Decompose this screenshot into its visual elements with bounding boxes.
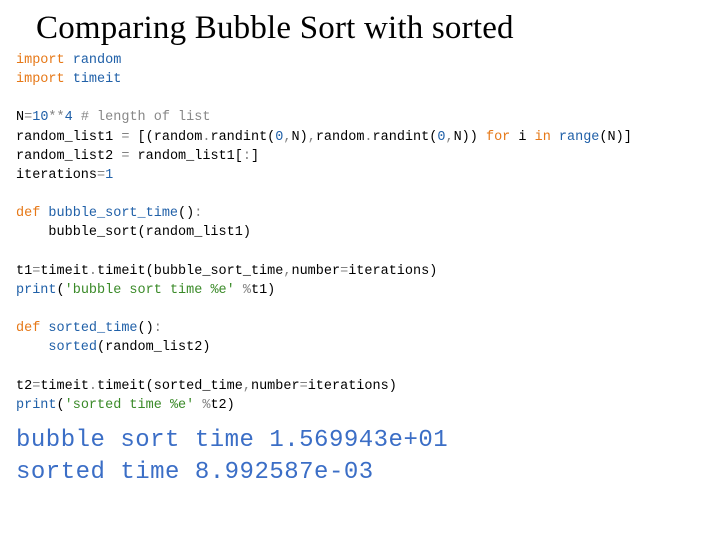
slide-title: Comparing Bubble Sort with sorted xyxy=(36,10,720,47)
code-block: import random import timeit N=10**4 # le… xyxy=(16,51,720,415)
code-text: randint( xyxy=(373,130,438,145)
operator: . xyxy=(89,264,97,279)
code-text: () xyxy=(138,321,154,336)
keyword: import xyxy=(16,53,65,68)
keyword: in xyxy=(535,130,551,145)
module-name: random xyxy=(73,53,122,68)
code-text: t2) xyxy=(210,398,234,413)
operator: . xyxy=(364,130,372,145)
operator: % xyxy=(194,398,210,413)
operator: : xyxy=(194,206,202,221)
number: 4 xyxy=(65,110,73,125)
code-text: (N)] xyxy=(599,130,631,145)
variable: t1 xyxy=(16,264,32,279)
module-name: timeit xyxy=(73,72,122,87)
code-text: random_list1[ xyxy=(129,149,242,164)
function-name: sorted_time xyxy=(40,321,137,336)
code-text: t1) xyxy=(251,283,275,298)
code-text: (random_list2) xyxy=(97,340,210,355)
variable: iterations xyxy=(16,168,97,183)
function-name: bubble_sort_time xyxy=(40,206,178,221)
code-text: timeit(sorted_time xyxy=(97,379,243,394)
code-text: N)) xyxy=(454,130,486,145)
operator: % xyxy=(235,283,251,298)
code-text: [(random xyxy=(129,130,202,145)
builtin: print xyxy=(16,283,57,298)
variable: t2 xyxy=(16,379,32,394)
string: 'sorted time %e' xyxy=(65,398,195,413)
comment: # length of list xyxy=(73,110,211,125)
code-text: iterations) xyxy=(308,379,397,394)
code-text: bubble_sort(random_list1) xyxy=(16,225,251,240)
code-text: ( xyxy=(57,283,65,298)
code-text: timeit xyxy=(40,264,89,279)
keyword: def xyxy=(16,321,40,336)
builtin: sorted xyxy=(16,340,97,355)
code-text: iterations) xyxy=(348,264,437,279)
output-line: bubble sort time 1.569943e+01 xyxy=(16,427,448,454)
output-line: sorted time 8.992587e-03 xyxy=(16,459,374,486)
code-text: N) xyxy=(292,130,308,145)
operator: , xyxy=(308,130,316,145)
code-text: () xyxy=(178,206,194,221)
code-text: number xyxy=(291,264,340,279)
code-text: number xyxy=(251,379,300,394)
keyword: for xyxy=(486,130,510,145)
code-text: random xyxy=(316,130,365,145)
operator: = xyxy=(300,379,308,394)
code-text: timeit xyxy=(40,379,89,394)
operator: ** xyxy=(48,110,64,125)
number: 1 xyxy=(105,168,113,183)
builtin: range xyxy=(551,130,600,145)
operator: = xyxy=(97,168,105,183)
builtin: print xyxy=(16,398,57,413)
code-text: randint( xyxy=(210,130,275,145)
code-text: i xyxy=(510,130,534,145)
variable: random_list1 xyxy=(16,130,121,145)
operator: = xyxy=(24,110,32,125)
operator: : xyxy=(154,321,162,336)
operator: , xyxy=(283,130,291,145)
keyword: def xyxy=(16,206,40,221)
string: 'bubble sort time %e' xyxy=(65,283,235,298)
operator: , xyxy=(243,379,251,394)
number: 10 xyxy=(32,110,48,125)
variable: N xyxy=(16,110,24,125)
output-block: bubble sort time 1.569943e+01 sorted tim… xyxy=(16,425,720,490)
operator: = xyxy=(340,264,348,279)
keyword: import xyxy=(16,72,65,87)
variable: random_list2 xyxy=(16,149,121,164)
code-text: ] xyxy=(251,149,259,164)
operator: . xyxy=(89,379,97,394)
code-text: timeit(bubble_sort_time xyxy=(97,264,283,279)
code-text: ( xyxy=(57,398,65,413)
operator: , xyxy=(445,130,453,145)
operator: : xyxy=(243,149,251,164)
